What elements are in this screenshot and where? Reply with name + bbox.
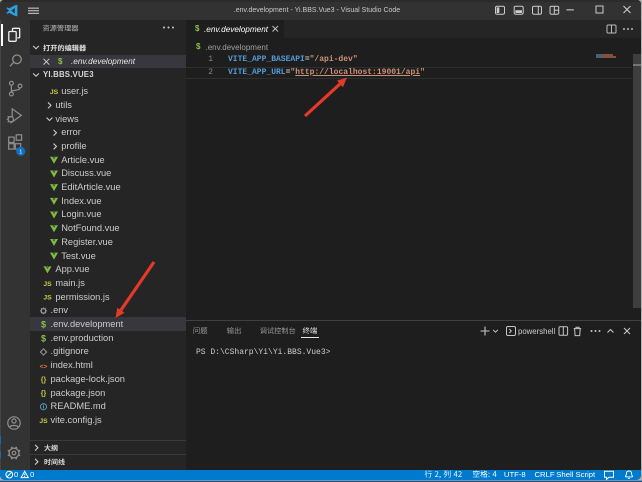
svg-text:JS: JS xyxy=(43,295,52,302)
svg-text:{}: {} xyxy=(41,377,47,384)
svg-text:$: $ xyxy=(41,320,46,330)
svg-text:$: $ xyxy=(41,333,46,343)
svg-text:JS: JS xyxy=(50,89,59,96)
svg-text:<>: <> xyxy=(40,363,48,370)
svg-text:1: 1 xyxy=(19,150,22,156)
svg-text:JS: JS xyxy=(43,281,52,288)
svg-text:{}: {} xyxy=(41,391,47,398)
svg-text:JS: JS xyxy=(39,418,48,425)
